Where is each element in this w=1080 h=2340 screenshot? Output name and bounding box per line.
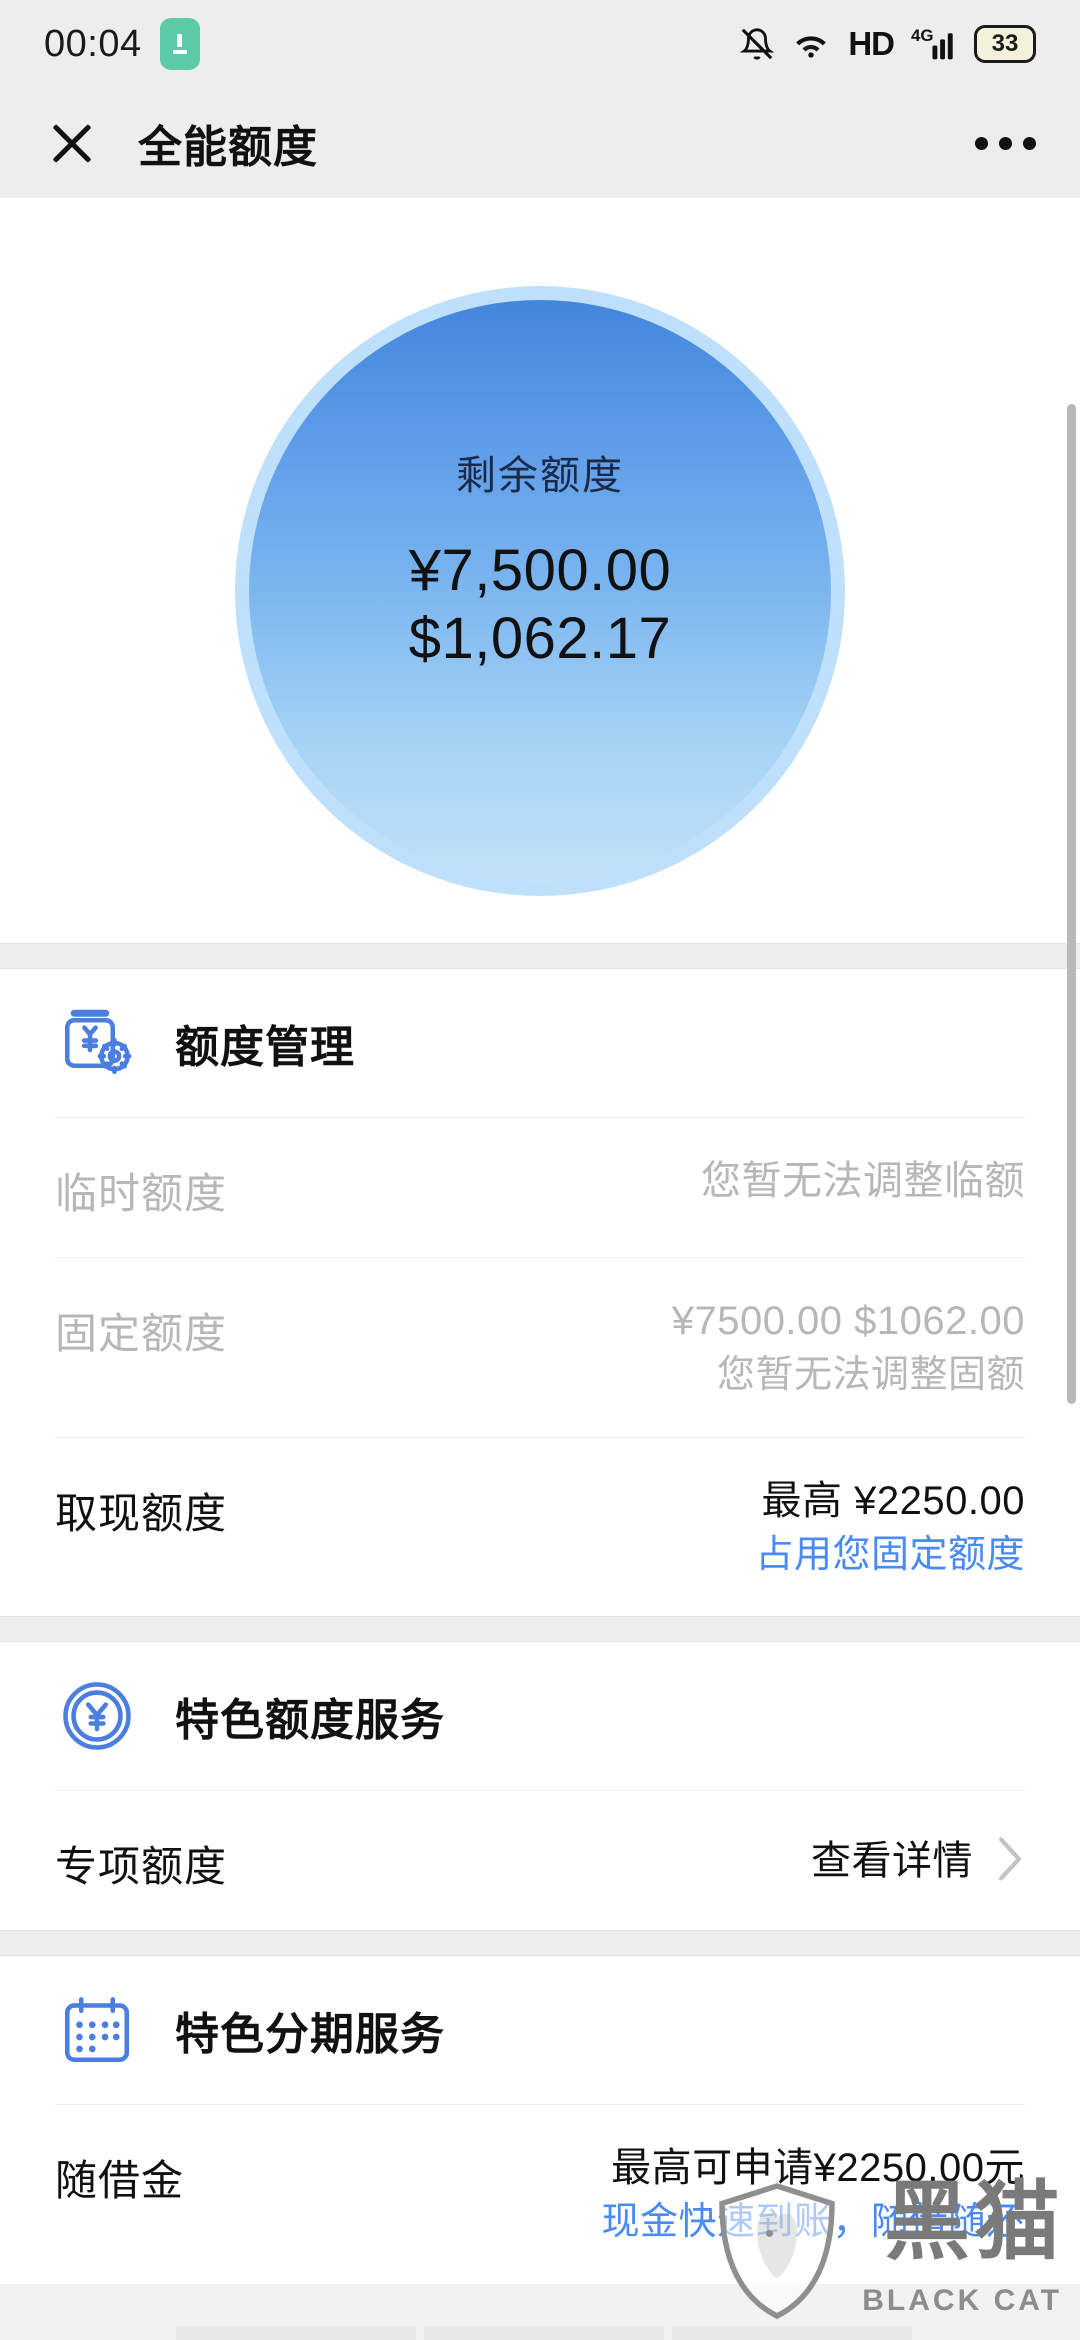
page-title: 全能额度 bbox=[138, 123, 318, 172]
row-value: 您暂无法调整临额 bbox=[701, 1156, 1025, 1207]
row-value: ¥7500.00 $1062.00 您暂无法调整固额 bbox=[672, 1296, 1025, 1401]
hd-icon: HD bbox=[848, 25, 895, 62]
green-app-icon bbox=[159, 18, 200, 70]
row-value-secondary[interactable]: 现金快速到账，随借随还 bbox=[601, 2198, 1025, 2247]
section-divider bbox=[0, 943, 1080, 969]
row-label: 临时额度 bbox=[55, 1170, 228, 1217]
phone-screen: 00:04 HD 4G 33 全能额度 剩余额度 ¥7,500.00 $1,06… bbox=[0, 0, 1080, 2340]
row-value-primary: 您暂无法调整临额 bbox=[701, 1159, 1025, 1203]
section-title: 特色额度服务 bbox=[175, 1696, 445, 1746]
section-title: 额度管理 bbox=[175, 1023, 355, 1072]
status-bar: 00:04 HD 4G 33 bbox=[0, 0, 1080, 88]
row-value-secondary: 您暂无法调整固额 bbox=[716, 1354, 1025, 1397]
scroll-content[interactable]: 剩余额度 ¥7,500.00 $1,062.17 额度管理 临时额度 您暂无法调… bbox=[0, 198, 1080, 2340]
table-row[interactable]: 固定额度 ¥7500.00 $1062.00 您暂无法调整固额 bbox=[55, 1257, 1025, 1437]
row-value-primary: 最高 ¥2250.00 bbox=[761, 1478, 1025, 1523]
remaining-credit-usd: $1,062.17 bbox=[408, 606, 672, 671]
status-bar-right: HD 4G 33 bbox=[740, 24, 1036, 64]
section-special-installment-service: 特色分期服务 随借金 最高可申请¥2250.00元 现金快速到账，随借随还 bbox=[0, 1956, 1080, 2284]
row-value-primary: 最高可申请¥2250.00元 bbox=[611, 2146, 1025, 2191]
row-label: 专项额度 bbox=[55, 1843, 228, 1891]
status-time: 00:04 bbox=[44, 22, 142, 65]
remaining-credit-circle: 剩余额度 ¥7,500.00 $1,062.17 bbox=[235, 286, 845, 896]
bottom-nav-sliver bbox=[0, 2326, 1080, 2340]
row-value: 最高可申请¥2250.00元 现金快速到账，随借随还 bbox=[601, 2143, 1025, 2248]
row-label: 随借金 bbox=[55, 2157, 185, 2205]
credit-hero-panel: 剩余额度 ¥7,500.00 $1,062.17 bbox=[0, 198, 1080, 943]
calendar-icon bbox=[55, 1988, 139, 2072]
section-divider bbox=[0, 1616, 1080, 1643]
row-value[interactable]: 查看详情 bbox=[811, 1836, 1025, 1887]
close-icon[interactable] bbox=[40, 111, 104, 175]
section-header: 额度管理 bbox=[55, 969, 1025, 1117]
table-row[interactable]: 临时额度 您暂无法调整临额 bbox=[55, 1117, 1025, 1257]
section-credit-management: 额度管理 临时额度 您暂无法调整临额 固定额度 ¥7500.00 $1062.0… bbox=[0, 969, 1080, 1617]
bell-off-icon bbox=[740, 25, 775, 63]
svg-text:4G: 4G bbox=[911, 26, 934, 45]
section-title: 特色分期服务 bbox=[175, 2010, 445, 2060]
chevron-right-icon[interactable] bbox=[995, 1836, 1025, 1887]
vertical-scrollbar[interactable] bbox=[1067, 404, 1076, 1404]
wallet-settings-icon bbox=[55, 1001, 139, 1085]
section-header: 特色分期服务 bbox=[55, 1956, 1025, 2104]
title-bar: 全能额度 bbox=[0, 88, 1080, 198]
battery-icon: 33 bbox=[974, 25, 1036, 63]
view-details-link[interactable]: 查看详情 bbox=[811, 1836, 973, 1887]
section-header: 特色额度服务 bbox=[55, 1642, 1025, 1790]
remaining-credit-cny: ¥7,500.00 bbox=[408, 537, 672, 603]
yuan-coin-icon bbox=[55, 1674, 139, 1758]
row-value: 最高 ¥2250.00 占用您固定额度 bbox=[755, 1476, 1025, 1581]
watermark-subtext: BLACK CAT bbox=[862, 2284, 1062, 2317]
remaining-credit-label: 剩余额度 bbox=[456, 453, 624, 498]
table-row[interactable]: 随借金 最高可申请¥2250.00元 现金快速到账，随借随还 bbox=[55, 2104, 1025, 2284]
table-row[interactable]: 取现额度 最高 ¥2250.00 占用您固定额度 bbox=[55, 1436, 1025, 1617]
signal-4g-icon: 4G bbox=[911, 24, 957, 64]
row-label: 固定额度 bbox=[55, 1310, 228, 1357]
table-row[interactable]: 专项额度 查看详情 bbox=[55, 1790, 1025, 1930]
section-special-credit-service: 特色额度服务 专项额度 查看详情 bbox=[0, 1642, 1080, 1931]
section-divider bbox=[0, 1930, 1080, 1957]
status-bar-left: 00:04 bbox=[44, 18, 200, 70]
row-label: 取现额度 bbox=[55, 1489, 228, 1537]
row-value-secondary[interactable]: 占用您固定额度 bbox=[755, 1531, 1025, 1580]
more-options-icon[interactable] bbox=[971, 123, 1040, 164]
wifi-icon bbox=[791, 27, 831, 61]
row-value-primary: ¥7500.00 $1062.00 bbox=[671, 1299, 1025, 1343]
